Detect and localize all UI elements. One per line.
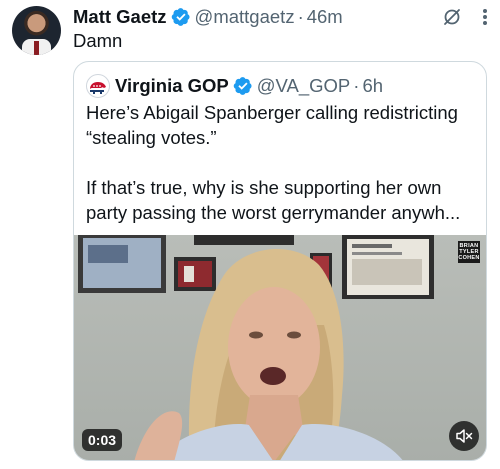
quoted-text: Here’s Abigail Spanberger calling redist… [86, 100, 478, 225]
avatar-tie [34, 41, 39, 55]
separator-dot: · [353, 75, 360, 96]
author-handle[interactable]: @mattgaetz [195, 6, 295, 28]
video-duration: 0:03 [82, 429, 123, 451]
quoted-text-paragraph-1: Here’s Abigail Spanberger calling redist… [86, 102, 458, 148]
author-name[interactable]: Matt Gaetz [73, 6, 167, 28]
verified-badge-icon [171, 8, 190, 26]
quoted-tweet[interactable]: Virginia GOP @VA_GOP · 6h Here’s Abigail… [73, 61, 487, 461]
channel-watermark: BRIAN TYLER COHEN [458, 241, 480, 263]
volume-muted-icon [456, 429, 473, 443]
header-actions [442, 7, 488, 27]
mute-button[interactable] [449, 421, 479, 451]
quoted-text-paragraph-2: If that’s true, why is she supporting he… [86, 177, 461, 223]
quoted-time[interactable]: 6h [362, 75, 383, 97]
separator-dot: · [297, 6, 304, 27]
quoted-author-name[interactable]: Virginia GOP [115, 75, 229, 97]
author-avatar[interactable] [12, 6, 61, 55]
quoted-handle[interactable]: @VA_GOP [257, 75, 351, 97]
more-vertical-icon[interactable] [482, 7, 488, 27]
tweet-text: Damn [73, 30, 123, 51]
verified-badge-icon [233, 77, 252, 95]
quoted-header: Virginia GOP @VA_GOP · 6h [86, 74, 383, 98]
tweet-time[interactable]: 46m [307, 6, 343, 28]
tweet-header: Matt Gaetz @mattgaetz · 46m [73, 4, 488, 30]
elephant-logo-icon [90, 82, 106, 94]
quoted-avatar[interactable] [86, 74, 110, 98]
grok-icon[interactable] [442, 7, 462, 27]
video-frame [74, 235, 486, 460]
video-player[interactable]: BRIAN TYLER COHEN 0:03 [74, 235, 486, 460]
